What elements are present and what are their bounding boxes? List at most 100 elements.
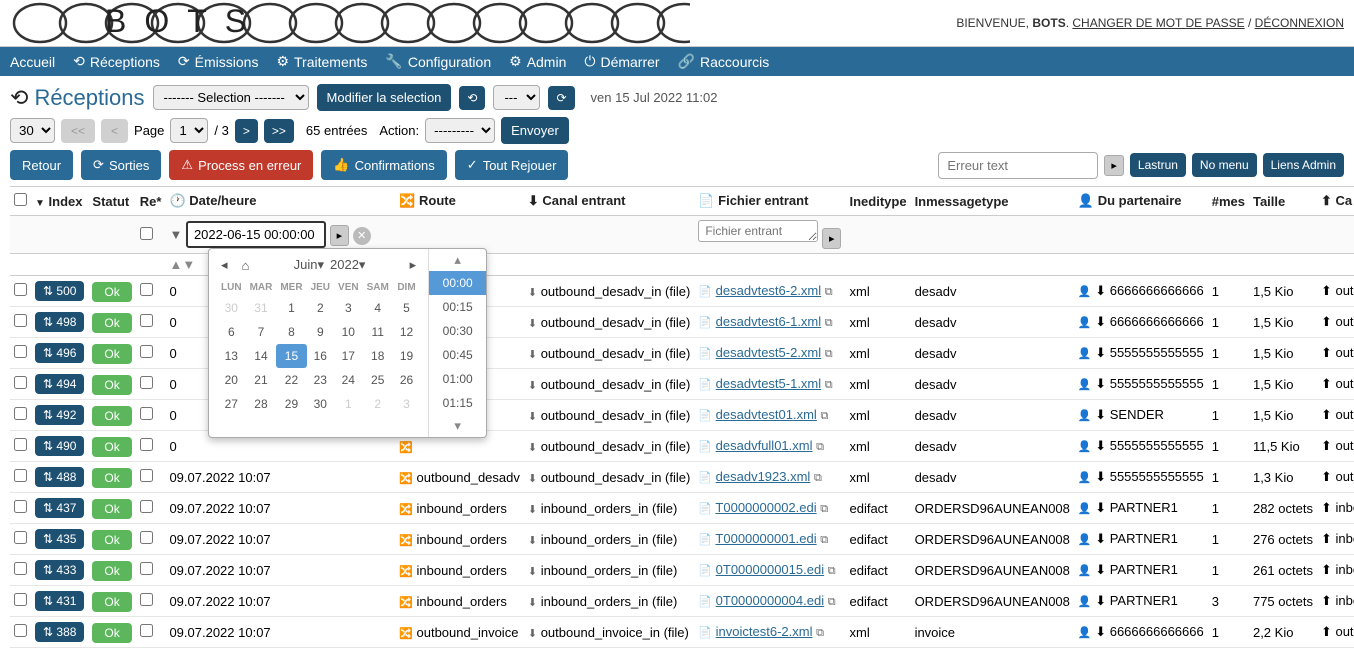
index-badge[interactable]: ⇅ 498 — [35, 312, 84, 332]
page-prev[interactable]: < — [101, 119, 128, 143]
index-badge[interactable]: ⇅ 435 — [35, 529, 84, 549]
dp-day[interactable]: 12 — [393, 320, 420, 344]
copy-icon[interactable]: ⧉ — [828, 565, 836, 577]
row-re-checkbox[interactable] — [140, 376, 153, 389]
date-filter-input[interactable] — [186, 221, 326, 248]
row-checkbox[interactable] — [14, 469, 27, 482]
dp-day[interactable]: 19 — [393, 344, 420, 368]
dp-time-option[interactable]: 00:45 — [429, 343, 486, 367]
file-link[interactable]: desadvtest5-2.xml — [716, 345, 822, 360]
nav-admin[interactable]: ⚙Admin — [509, 53, 566, 70]
refresh-button-2[interactable]: ⟳ — [548, 86, 574, 110]
index-badge[interactable]: ⇅ 500 — [35, 281, 84, 301]
dash-dropdown[interactable]: --- — [493, 85, 540, 110]
dp-time-up[interactable]: ▴ — [429, 249, 486, 271]
index-badge[interactable]: ⇅ 490 — [35, 436, 84, 456]
submit-button[interactable]: Envoyer — [501, 117, 569, 144]
dp-day[interactable]: 7 — [246, 320, 277, 344]
row-checkbox[interactable] — [14, 531, 27, 544]
dp-day[interactable]: 23 — [307, 368, 334, 392]
dp-time-option[interactable]: 00:30 — [429, 319, 486, 343]
dp-day[interactable]: 25 — [363, 368, 393, 392]
change-password-link[interactable]: CHANGER DE MOT DE PASSE — [1072, 16, 1244, 30]
copy-icon[interactable]: ⧉ — [825, 317, 833, 329]
row-checkbox[interactable] — [14, 500, 27, 513]
file-filter-input[interactable] — [698, 220, 818, 242]
copy-icon[interactable]: ⧉ — [820, 503, 828, 515]
page-last[interactable]: >> — [264, 119, 294, 143]
file-link[interactable]: 0T0000000015.edi — [716, 562, 824, 577]
nav-treatments[interactable]: ⚙Traitements — [276, 53, 367, 70]
index-badge[interactable]: ⇅ 496 — [35, 343, 84, 363]
dp-day[interactable]: 17 — [334, 344, 363, 368]
row-re-checkbox[interactable] — [140, 438, 153, 451]
dp-day[interactable]: 31 — [246, 296, 277, 320]
copy-icon[interactable]: ⧉ — [828, 596, 836, 608]
row-re-checkbox[interactable] — [140, 500, 153, 513]
sorties-button[interactable]: ⟳Sorties — [81, 150, 161, 180]
dp-day[interactable]: 29 — [276, 392, 306, 416]
nav-home[interactable]: Accueil — [10, 53, 55, 70]
copy-icon[interactable]: ⧉ — [820, 410, 828, 422]
selection-dropdown[interactable]: ------- Selection ------- — [153, 85, 309, 110]
dp-day[interactable]: 20 — [217, 368, 246, 392]
dp-day[interactable]: 4 — [363, 296, 393, 320]
page-select[interactable]: 1 — [170, 118, 208, 143]
file-link[interactable]: T0000000001.edi — [715, 531, 816, 546]
index-badge[interactable]: ⇅ 488 — [35, 467, 84, 487]
row-checkbox[interactable] — [14, 438, 27, 451]
dp-day[interactable]: 3 — [334, 296, 363, 320]
error-go-button[interactable]: ▸ — [1104, 155, 1124, 176]
nav-config[interactable]: 🔧Configuration — [385, 53, 491, 70]
re-filter-checkbox[interactable] — [140, 227, 153, 240]
dp-day[interactable]: 14 — [246, 344, 277, 368]
dp-day[interactable]: 24 — [334, 368, 363, 392]
nav-receptions[interactable]: ⟲Réceptions — [73, 53, 160, 70]
dp-month[interactable]: Juin▾ — [294, 257, 324, 273]
row-checkbox[interactable] — [14, 345, 27, 358]
row-re-checkbox[interactable] — [140, 531, 153, 544]
dp-day[interactable]: 11 — [363, 320, 393, 344]
refresh-button-1[interactable]: ⟲ — [459, 86, 485, 110]
copy-icon[interactable]: ⧉ — [825, 348, 833, 360]
liens-admin-button[interactable]: Liens Admin — [1263, 153, 1344, 177]
file-link[interactable]: T0000000002.edi — [715, 500, 816, 515]
file-link[interactable]: desadvtest6-1.xml — [716, 314, 822, 329]
dp-day[interactable]: 16 — [307, 344, 334, 368]
copy-icon[interactable]: ⧉ — [820, 534, 828, 546]
row-checkbox[interactable] — [14, 376, 27, 389]
file-link[interactable]: desadvtest5-1.xml — [716, 376, 822, 391]
row-checkbox[interactable] — [14, 283, 27, 296]
row-re-checkbox[interactable] — [140, 345, 153, 358]
page-size-select[interactable]: 30 — [10, 118, 55, 143]
action-select[interactable]: --------- — [425, 118, 495, 143]
copy-icon[interactable]: ⧉ — [814, 472, 822, 484]
process-error-button[interactable]: ⚠Process en erreur — [169, 150, 313, 180]
index-badge[interactable]: ⇅ 388 — [35, 622, 84, 642]
dp-day[interactable]: 5 — [393, 296, 420, 320]
rejouer-button[interactable]: ✓Tout Rejouer — [455, 150, 569, 180]
dp-day[interactable]: 22 — [276, 368, 306, 392]
dp-day[interactable]: 30 — [307, 392, 334, 416]
row-checkbox[interactable] — [14, 593, 27, 606]
row-checkbox[interactable] — [14, 407, 27, 420]
index-badge[interactable]: ⇅ 492 — [35, 405, 84, 425]
dp-day[interactable]: 1 — [334, 392, 363, 416]
row-checkbox[interactable] — [14, 314, 27, 327]
page-next[interactable]: > — [235, 119, 258, 143]
row-re-checkbox[interactable] — [140, 562, 153, 575]
page-first[interactable]: << — [61, 119, 95, 143]
index-badge[interactable]: ⇅ 494 — [35, 374, 84, 394]
copy-icon[interactable]: ⧉ — [816, 627, 824, 639]
copy-icon[interactable]: ⧉ — [816, 441, 824, 453]
dp-day[interactable]: 27 — [217, 392, 246, 416]
nav-emissions[interactable]: ⟳Émissions — [178, 53, 259, 70]
copy-icon[interactable]: ⧉ — [825, 379, 833, 391]
index-badge[interactable]: ⇅ 437 — [35, 498, 84, 518]
row-re-checkbox[interactable] — [140, 283, 153, 296]
dp-day[interactable]: 30 — [217, 296, 246, 320]
file-link[interactable]: invoictest6-2.xml — [716, 624, 813, 639]
dp-time-option[interactable]: 00:15 — [429, 295, 486, 319]
modify-selection-button[interactable]: Modifier la selection — [317, 84, 452, 111]
select-all-checkbox[interactable] — [14, 193, 27, 206]
